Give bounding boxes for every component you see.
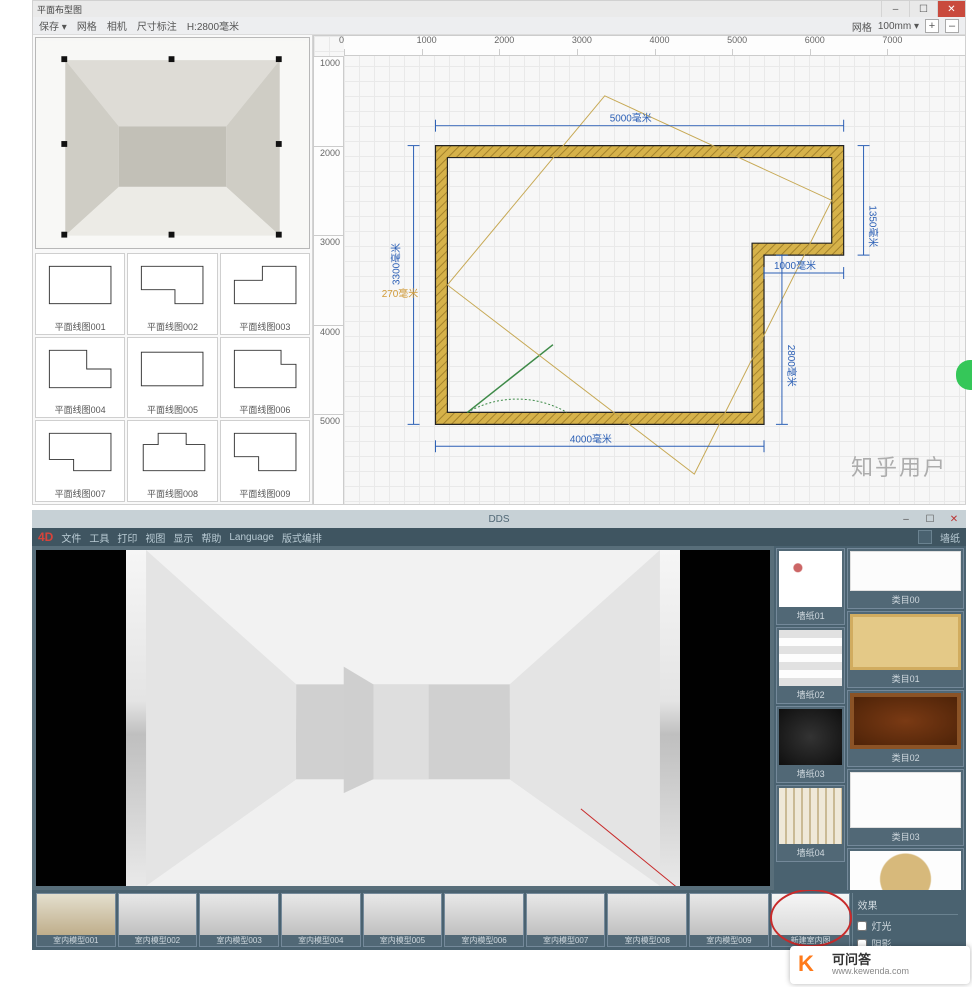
zoom-out-button[interactable]: – <box>945 19 959 33</box>
template-thumb[interactable]: 平面线图008 <box>127 420 217 502</box>
light-toggle[interactable]: 灯光 <box>857 918 958 933</box>
close-button[interactable]: ✕ <box>942 510 966 528</box>
material-swatch[interactable]: 类目02 <box>847 690 964 767</box>
template-thumb[interactable]: 平面线图006 <box>220 337 310 419</box>
floorplan-canvas[interactable]: 0 1000 2000 3000 4000 5000 6000 7000 100… <box>313 35 965 504</box>
grid-label: 网格 <box>852 19 872 34</box>
asset-thumb[interactable]: 室内模型009 <box>689 893 769 947</box>
svg-text:3300毫米: 3300毫米 <box>390 243 403 285</box>
top-right-status: 网格 100mm ▾ + – <box>852 18 959 34</box>
top-app-window: 平面布型图 – ☐ ✕ 保存 ▾ 网格 相机 尺寸标注 H:2800毫米 网格 … <box>32 0 966 505</box>
material-swatch[interactable]: 类目01 <box>847 611 964 688</box>
door[interactable] <box>467 345 567 413</box>
material-swatch[interactable]: 墙纸02 <box>776 627 845 704</box>
zhihu-watermark: 知乎用户 <box>851 450 947 482</box>
svg-text:1000毫米: 1000毫米 <box>774 259 816 272</box>
svg-text:5000毫米: 5000毫米 <box>610 112 652 125</box>
asset-thumb[interactable]: 室内模型007 <box>526 893 606 947</box>
svg-text:2800毫米: 2800毫米 <box>785 345 798 387</box>
material-swatch[interactable]: 类目00 <box>847 548 964 609</box>
category-column: 类目00 类目01 类目02 类目03 类目04 <box>847 548 964 888</box>
effects-panel: 效果 灯光 阴影 <box>852 893 962 947</box>
ruler-vertical: 1000 2000 3000 4000 5000 <box>314 56 344 504</box>
preview-3d-viewport[interactable] <box>35 37 310 249</box>
menu-grid[interactable]: 网格 <box>77 18 97 33</box>
template-thumb[interactable]: 平面线图003 <box>220 253 310 335</box>
asset-thumb[interactable]: 室内模型003 <box>199 893 279 947</box>
maximize-button[interactable]: ☐ <box>918 510 942 528</box>
asset-thumb-new[interactable]: 新建室内图 <box>771 893 851 947</box>
menu-show[interactable]: 显示 <box>173 530 193 545</box>
bottom-app-window: DDS – ☐ ✕ 4D 文件 工具 打印 视图 显示 帮助 Language … <box>32 510 966 950</box>
asset-thumb[interactable]: 室内模型001 <box>36 893 116 947</box>
svg-text:4000毫米: 4000毫米 <box>570 432 612 445</box>
menu-dimensions[interactable]: 尺寸标注 <box>137 18 177 33</box>
room-render[interactable] <box>126 550 680 886</box>
badge-url: www.kewenda.com <box>832 967 909 977</box>
bottom-window-title: DDS <box>488 514 509 525</box>
close-button[interactable]: ✕ <box>937 1 965 17</box>
side-tab-label[interactable]: 墙纸 <box>940 530 960 545</box>
template-thumb[interactable]: 平面线图005 <box>127 337 217 419</box>
minimize-button[interactable]: – <box>894 510 918 528</box>
menu-file[interactable]: 保存 ▾ <box>39 18 67 33</box>
menu-tool[interactable]: 工具 <box>89 530 109 545</box>
asset-thumb[interactable]: 室内模型006 <box>444 893 524 947</box>
viewport-left-margin <box>36 550 126 886</box>
template-thumb[interactable]: 平面线图001 <box>35 253 125 335</box>
menu-help[interactable]: 帮助 <box>201 530 221 545</box>
menu-layout[interactable]: 版式编排 <box>282 530 322 545</box>
template-thumbnail-grid: 平面线图001 平面线图002 平面线图003 平面线图004 平面线图005 … <box>33 251 312 504</box>
kewenda-badge[interactable]: K 可问答 www.kewenda.com <box>790 946 970 984</box>
left-panel: 平面线图001 平面线图002 平面线图003 平面线图004 平面线图005 … <box>33 35 313 504</box>
template-thumb[interactable]: 平面线图009 <box>220 420 310 502</box>
badge-title: 可问答 <box>832 953 909 967</box>
menu-print[interactable]: 打印 <box>117 530 137 545</box>
viewport-3d[interactable] <box>36 550 770 886</box>
menu-language[interactable]: Language <box>229 532 274 543</box>
dimensions: 5000毫米 1350毫米 1000毫米 2800毫米 4000毫米 3300毫… <box>382 112 880 453</box>
template-thumb[interactable]: 平面线图007 <box>35 420 125 502</box>
svg-text:1350毫米: 1350毫米 <box>867 205 880 247</box>
floorplan-svg[interactable]: 5000毫米 1350毫米 1000毫米 2800毫米 4000毫米 3300毫… <box>344 56 965 504</box>
top-menubar: 保存 ▾ 网格 相机 尺寸标注 H:2800毫米 <box>33 17 965 35</box>
ruler-horizontal: 0 1000 2000 3000 4000 5000 6000 7000 <box>344 36 965 56</box>
bottom-menubar: 4D 文件 工具 打印 视图 显示 帮助 Language 版式编排 墙纸 <box>32 528 966 546</box>
viewport-right-margin <box>680 550 770 886</box>
template-thumb[interactable]: 平面线图004 <box>35 337 125 419</box>
bottom-titlebar[interactable]: DDS – ☐ ✕ <box>32 510 966 528</box>
wallpaper-column: 墙纸01 墙纸02 墙纸03 墙纸04 <box>776 548 845 888</box>
asset-thumb[interactable]: 室内模型004 <box>281 893 361 947</box>
kewenda-logo-icon: K <box>798 951 826 979</box>
zoom-in-button[interactable]: + <box>925 19 939 33</box>
material-swatch[interactable]: 类目03 <box>847 769 964 846</box>
menu-height[interactable]: H:2800毫米 <box>187 18 239 33</box>
top-titlebar[interactable]: 平面布型图 – ☐ ✕ <box>33 1 965 17</box>
minimize-button[interactable]: – <box>881 1 909 17</box>
material-swatch[interactable]: 墙纸04 <box>776 785 845 862</box>
app-logo: 4D <box>38 530 53 544</box>
template-thumb[interactable]: 平面线图002 <box>127 253 217 335</box>
maximize-button[interactable]: ☐ <box>909 1 937 17</box>
asset-thumb[interactable]: 室内模型005 <box>363 893 443 947</box>
material-swatch[interactable]: 墙纸01 <box>776 548 845 625</box>
material-panels: 墙纸01 墙纸02 墙纸03 墙纸04 类目00 类目01 类目02 类目03 … <box>774 546 966 890</box>
top-window-title: 平面布型图 <box>37 3 82 16</box>
grid-icon[interactable] <box>918 530 932 544</box>
svg-text:270毫米: 270毫米 <box>382 287 419 300</box>
grid-unit-dropdown[interactable]: 100mm ▾ <box>878 21 919 32</box>
menu-camera[interactable]: 相机 <box>107 18 127 33</box>
menu-file[interactable]: 文件 <box>61 530 81 545</box>
asset-thumb[interactable]: 室内模型008 <box>607 893 687 947</box>
asset-thumbnail-strip[interactable]: 室内模型001 室内模型002 室内模型003 室内模型004 室内模型005 … <box>32 890 966 950</box>
asset-thumb[interactable]: 室内模型002 <box>118 893 198 947</box>
material-swatch[interactable]: 墙纸03 <box>776 706 845 783</box>
menu-view[interactable]: 视图 <box>145 530 165 545</box>
